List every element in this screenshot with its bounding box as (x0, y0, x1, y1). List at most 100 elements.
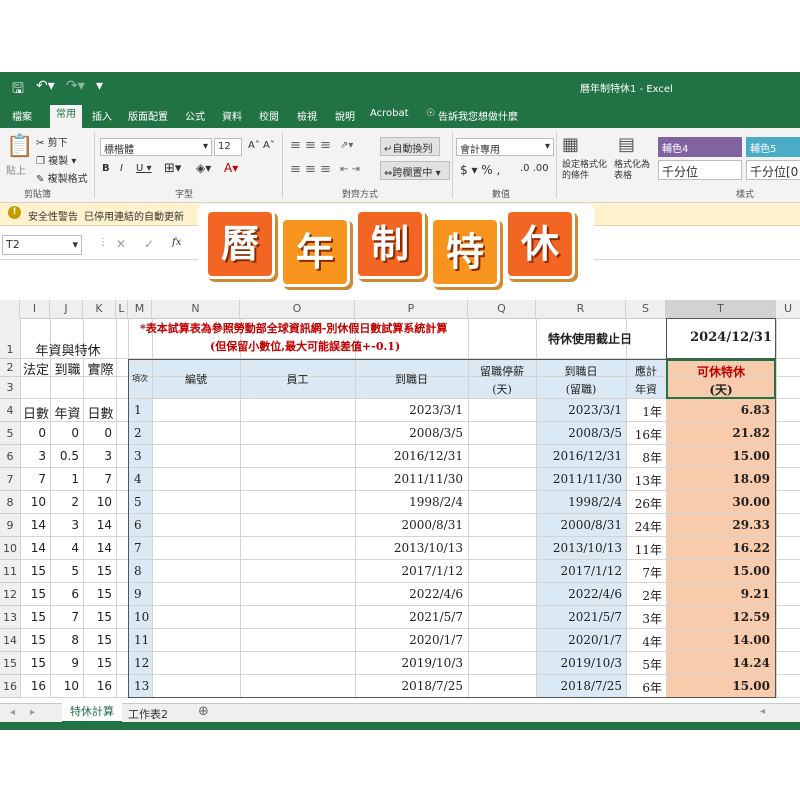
style-accent4[interactable]: 輔色4 (658, 137, 742, 157)
column-header-r[interactable]: R (536, 300, 626, 318)
employee-hire-date[interactable]: 2000/8/31 (355, 518, 463, 532)
redo-icon[interactable]: ↷▾ (66, 78, 85, 94)
format-painter-button[interactable]: ✎ 複製格式 (36, 170, 88, 185)
borders-icon[interactable]: ⊞▾ (164, 161, 181, 176)
tab-page-layout[interactable]: 版面配置 (128, 108, 168, 123)
employee-hire-date[interactable]: 2023/3/1 (355, 403, 463, 417)
employee-hire-date[interactable]: 2008/3/5 (355, 426, 463, 440)
employee-seniority[interactable]: 5年 (626, 656, 662, 673)
tab-file[interactable]: 檔案 (12, 108, 32, 123)
employee-leave-days[interactable]: 16.22 (666, 541, 770, 555)
employee-hire-date[interactable]: 2018/7/25 (355, 679, 463, 693)
insert-function-button[interactable]: fx (172, 237, 181, 248)
employee-leave-days[interactable]: 6.83 (666, 403, 770, 417)
tab-insert[interactable]: 插入 (92, 108, 112, 123)
row-header[interactable]: 13 (0, 606, 20, 629)
column-header-s[interactable]: S (626, 300, 666, 318)
employee-hire-date[interactable]: 2021/5/7 (355, 610, 463, 624)
prev-sheet-icon[interactable]: ◂ (10, 707, 15, 718)
employee-hire-date-2[interactable]: 2018/7/25 (536, 679, 622, 693)
tab-formulas[interactable]: 公式 (185, 108, 205, 123)
column-header-p[interactable]: P (355, 300, 468, 318)
left-table-cell[interactable]: 14 (83, 518, 112, 532)
cutoff-date[interactable]: 2024/12/31 (666, 330, 772, 345)
left-table-cell[interactable]: 15 (83, 564, 112, 578)
left-table-cell[interactable]: 14 (20, 518, 46, 532)
employee-leave-days[interactable]: 9.21 (666, 587, 770, 601)
column-header-t[interactable]: T (666, 300, 776, 318)
left-table-cell[interactable]: 15 (83, 610, 112, 624)
left-table-cell[interactable]: 2 (50, 495, 79, 509)
employee-seniority[interactable]: 26年 (626, 495, 662, 512)
row-header[interactable]: 7 (0, 468, 20, 491)
left-table-cell[interactable]: 14 (20, 541, 46, 555)
left-table-cell[interactable]: 10 (20, 495, 46, 509)
font-size-select[interactable]: 12 (214, 138, 242, 156)
left-table-cell[interactable]: 3 (50, 518, 79, 532)
column-header-l[interactable]: L (116, 300, 128, 318)
align-left-icon[interactable]: ≡ ≡ ≡ (290, 162, 331, 177)
left-table-cell[interactable]: 1 (50, 472, 79, 486)
left-table-cell[interactable]: 3 (83, 449, 112, 463)
employee-hire-date-2[interactable]: 2017/1/12 (536, 564, 622, 578)
paste-button[interactable]: 貼上 (6, 162, 26, 177)
row-header[interactable]: 9 (0, 514, 20, 537)
left-table-cell[interactable]: 10 (50, 679, 79, 693)
employee-seniority[interactable]: 6年 (626, 679, 662, 696)
employee-hire-date-2[interactable]: 2016/12/31 (536, 449, 622, 463)
employee-seq[interactable]: 5 (134, 495, 152, 509)
employee-hire-date[interactable]: 2016/12/31 (355, 449, 463, 463)
conditional-format-icon[interactable]: ▦ (562, 134, 579, 155)
row-header[interactable]: 8 (0, 491, 20, 514)
font-color-icon[interactable]: A▾ (224, 161, 238, 175)
employee-seniority[interactable]: 7年 (626, 564, 662, 581)
enter-icon[interactable]: ✓ (144, 237, 154, 251)
left-table-cell[interactable]: 7 (50, 610, 79, 624)
style-accent5[interactable]: 輔色5 (746, 137, 800, 157)
column-header-k[interactable]: K (83, 300, 116, 318)
employee-seniority[interactable]: 4年 (626, 633, 662, 650)
row-header[interactable]: 15 (0, 652, 20, 675)
employee-seq[interactable]: 3 (134, 449, 152, 463)
employee-leave-days[interactable]: 15.00 (666, 679, 770, 693)
select-all-corner[interactable] (0, 300, 20, 318)
decimal-icon[interactable]: .0 .00 (520, 163, 549, 174)
bold-button[interactable]: B (102, 163, 110, 174)
worksheet-grid[interactable]: 1 2 3 4 5 6 7 8 9 10 11 12 13 14 15 16 年資與特休 法定 到職 實際 日數 年資 日數… (0, 318, 800, 703)
column-header-q[interactable]: Q (468, 300, 536, 318)
row-header[interactable]: 5 (0, 422, 20, 445)
underline-button[interactable]: U ▾ (136, 163, 152, 174)
left-table-cell[interactable]: 0.5 (50, 449, 79, 463)
style-comma0[interactable]: 千分位[0 (746, 160, 800, 180)
sheet-tab-2[interactable]: 工作表2 (128, 706, 168, 722)
left-table-cell[interactable]: 15 (20, 564, 46, 578)
row-header[interactable]: 3 (0, 377, 20, 399)
employee-hire-date-2[interactable]: 2021/5/7 (536, 610, 622, 624)
row-header[interactable]: 2 (0, 359, 20, 377)
left-table-cell[interactable]: 7 (20, 472, 46, 486)
left-table-cell[interactable]: 6 (50, 587, 79, 601)
tab-help[interactable]: 說明 (335, 108, 355, 123)
merge-center-button[interactable]: ⇔跨欄置中 ▾ (380, 161, 450, 180)
left-table-cell[interactable]: 15 (20, 633, 46, 647)
column-header-n[interactable]: N (152, 300, 240, 318)
tab-review[interactable]: 校閱 (259, 108, 279, 123)
employee-seniority[interactable]: 2年 (626, 587, 662, 604)
employee-seq[interactable]: 8 (134, 564, 152, 578)
column-header-u[interactable]: U (776, 300, 800, 318)
employee-hire-date[interactable]: 1998/2/4 (355, 495, 463, 509)
column-header-o[interactable]: O (240, 300, 355, 318)
left-table-cell[interactable]: 0 (50, 426, 79, 440)
left-table-cell[interactable]: 0 (83, 426, 112, 440)
employee-hire-date[interactable]: 2020/1/7 (355, 633, 463, 647)
employee-seniority[interactable]: 11年 (626, 541, 662, 558)
employee-hire-date-2[interactable]: 2019/10/3 (536, 656, 622, 670)
fill-color-icon[interactable]: ◈▾ (196, 161, 211, 175)
employee-seq[interactable]: 2 (134, 426, 152, 440)
undo-icon[interactable]: ↶▾ (36, 78, 55, 94)
style-comma[interactable]: 千分位 (658, 160, 742, 180)
employee-seniority[interactable]: 16年 (626, 426, 662, 443)
column-header-i[interactable]: I (20, 300, 50, 318)
sheet-tab-1[interactable]: 特休計算 (62, 703, 122, 723)
next-sheet-icon[interactable]: ▸ (30, 707, 35, 718)
